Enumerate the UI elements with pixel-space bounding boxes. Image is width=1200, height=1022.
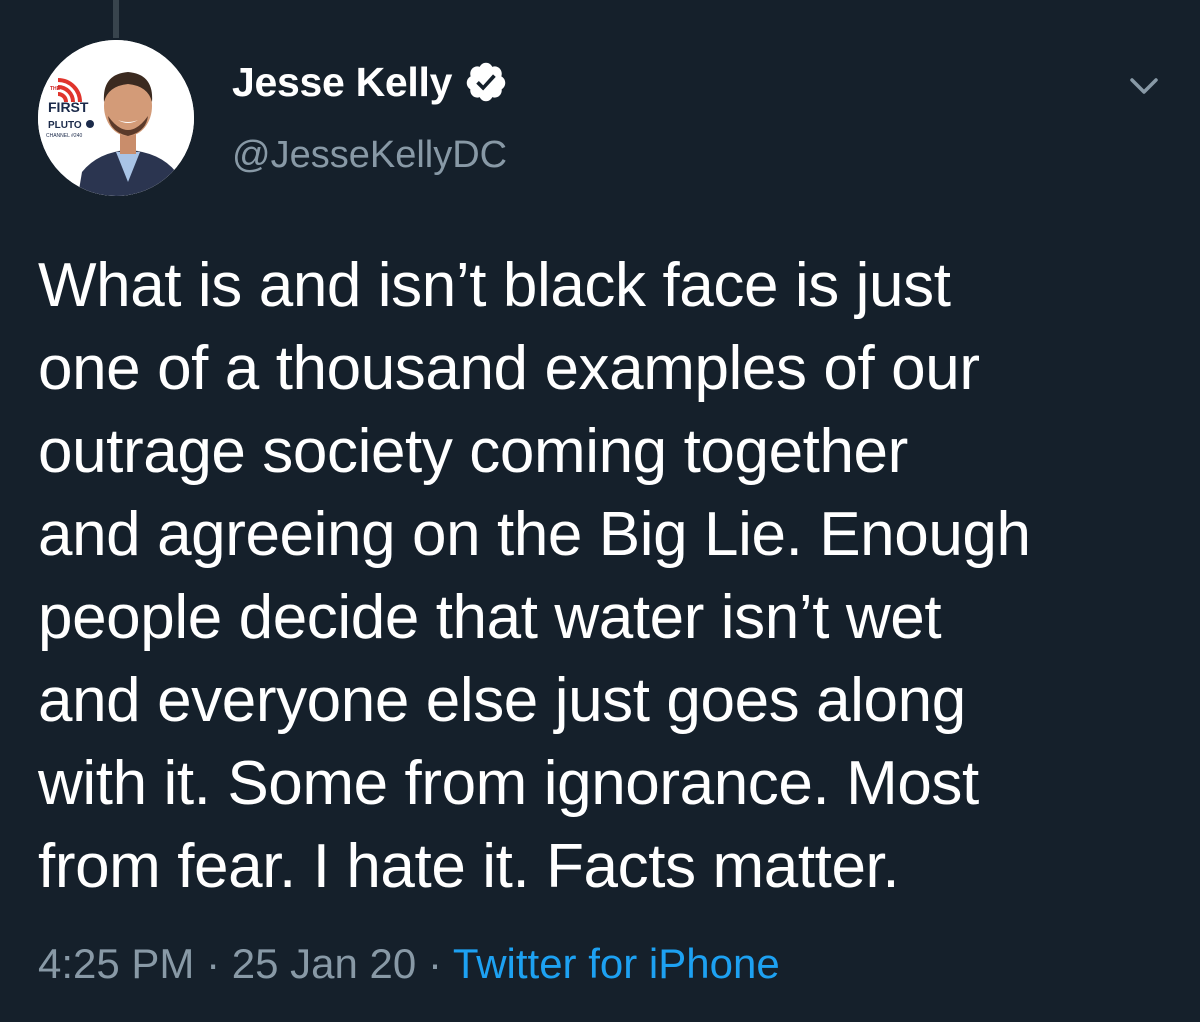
avatar[interactable]: THE FIRST PLUTO CHANNEL #240 (38, 40, 194, 196)
svg-text:THE: THE (50, 86, 61, 92)
tweet-date[interactable]: 25 Jan 20 (232, 940, 417, 987)
tweet-text: What is and isn’t black face is just one… (38, 251, 1031, 901)
author-display-name[interactable]: Jesse Kelly (232, 59, 452, 106)
svg-text:PLUTO: PLUTO (48, 120, 82, 131)
svg-text:CHANNEL #240: CHANNEL #240 (46, 133, 82, 139)
author-handle[interactable]: @JesseKellyDC (232, 134, 508, 177)
author-name-row: Jesse Kelly (232, 52, 508, 112)
tweet-source-link[interactable]: Twitter for iPhone (453, 940, 780, 987)
thread-connector-line (113, 0, 119, 38)
chevron-down-icon[interactable] (1120, 62, 1168, 110)
avatar-image: THE FIRST PLUTO CHANNEL #240 (38, 40, 194, 196)
meta-separator: · (206, 940, 221, 987)
verified-badge-icon (464, 60, 508, 104)
meta-separator-2: · (427, 940, 442, 987)
tweet-time[interactable]: 4:25 PM (38, 940, 194, 987)
tweet-author[interactable]: Jesse Kelly @JesseKellyDC (232, 52, 508, 177)
svg-text:FIRST: FIRST (48, 99, 89, 115)
tweet-metadata: 4:25 PM · 25 Jan 20 · Twitter for iPhone (38, 940, 780, 988)
